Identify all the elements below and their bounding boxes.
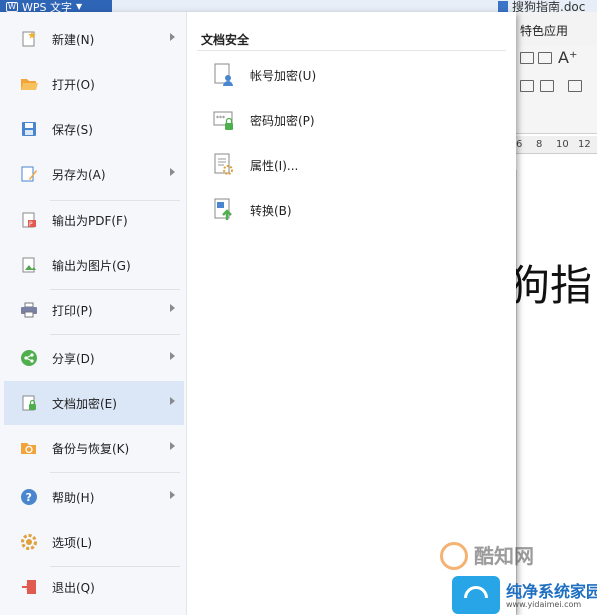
menu-item-label: 选项(L)	[52, 536, 93, 550]
menu-item-export-image[interactable]: 输出为图片(G)	[4, 243, 184, 287]
menu-item-label: 打开(O)	[52, 78, 95, 92]
file-menu-list: 新建(N) 打开(O) 保存(S) 另存为(A) P 输出为PDF(F) 输出为…	[0, 12, 187, 615]
open-folder-icon	[21, 79, 38, 90]
submenu-arrow-icon	[170, 304, 175, 312]
submenu-arrow-icon	[170, 397, 175, 405]
printer-icon	[21, 302, 37, 318]
horizontal-ruler: 6 8 10 12	[516, 136, 597, 154]
menu-item-label: 保存(S)	[52, 123, 93, 137]
convert-icon	[214, 198, 232, 220]
submenu-arrow-icon	[170, 491, 175, 499]
watermark-logo-icon	[440, 542, 468, 570]
save-icon	[22, 122, 36, 136]
ruler-tick: 12	[578, 139, 591, 150]
chevron-down-icon: ▼	[76, 2, 83, 11]
menu-item-help[interactable]: ? 帮助(H)	[4, 475, 184, 519]
ribbon-toolbar: A⁺	[516, 46, 597, 134]
menu-item-label: 退出(Q)	[52, 581, 95, 595]
font-size-increase-icon[interactable]: A⁺	[558, 48, 577, 67]
menu-item-exit[interactable]: 退出(Q)	[4, 565, 184, 609]
ribbon-tabs: 特色应用	[516, 12, 597, 50]
help-icon: ?	[21, 489, 37, 505]
menu-item-label: 帮助(H)	[52, 491, 95, 505]
svg-text:?: ?	[26, 491, 32, 504]
submenu-arrow-icon	[170, 352, 175, 360]
ruler-tick: 8	[536, 139, 543, 150]
svg-text:P: P	[29, 221, 33, 228]
wifi-logo-icon	[452, 576, 500, 614]
submenu-arrow-icon	[170, 168, 175, 176]
watermark-kuzhi: 酷知网	[440, 538, 590, 572]
menu-item-backup-restore[interactable]: 备份与恢复(K)	[4, 426, 184, 470]
menu-item-label: 新建(N)	[52, 33, 95, 47]
menu-item-label: 另存为(A)	[52, 168, 106, 182]
file-menu: 新建(N) 打开(O) 保存(S) 另存为(A) P 输出为PDF(F) 输出为…	[0, 12, 516, 615]
menu-item-label: 输出为PDF(F)	[52, 214, 128, 228]
line-spacing-icon[interactable]	[568, 80, 582, 92]
document-heading-text: 狗指	[508, 261, 593, 310]
menu-item-label: 输出为图片(G)	[52, 259, 131, 273]
submenu-arrow-icon	[170, 33, 175, 41]
menu-divider	[50, 334, 180, 335]
menu-item-label: 文档加密(E)	[52, 397, 117, 411]
watermark-text: 纯净系统家园	[506, 582, 597, 601]
exit-icon	[22, 580, 36, 594]
submenu-item-password-encrypt[interactable]: *** 密码加密(P)	[205, 102, 405, 138]
submenu-item-properties[interactable]: 属性(I)...	[205, 147, 405, 183]
submenu-item-account-encrypt[interactable]: 帐号加密(U)	[205, 57, 405, 93]
image-export-icon	[22, 257, 36, 273]
menu-item-share[interactable]: 分享(D)	[4, 336, 184, 380]
doc-file-icon	[498, 1, 508, 12]
submenu-arrow-icon	[170, 442, 175, 450]
share-icon	[21, 350, 37, 366]
submenu-title: 文档安全	[201, 33, 250, 47]
tab-special-apps[interactable]: 特色应用	[520, 22, 568, 39]
menu-item-label: 打印(P)	[52, 304, 93, 318]
menu-item-save[interactable]: 保存(S)	[4, 107, 184, 151]
svg-text:***: ***	[216, 115, 225, 122]
watermark-text: 酷知网	[474, 544, 534, 568]
menu-divider	[50, 472, 180, 473]
menu-item-print[interactable]: 打印(P)	[4, 288, 184, 332]
menu-item-export-pdf[interactable]: P 输出为PDF(F)	[4, 198, 184, 242]
submenu-item-label: 属性(I)...	[250, 159, 299, 173]
menu-item-label: 分享(D)	[52, 352, 95, 366]
account-encrypt-icon	[214, 63, 233, 86]
save-as-icon	[21, 166, 37, 182]
align-justify-icon[interactable]	[520, 80, 534, 92]
ruler-tick: 6	[516, 139, 523, 150]
wps-logo-icon: W	[6, 1, 18, 12]
menu-item-save-as[interactable]: 另存为(A)	[4, 152, 184, 196]
new-doc-icon	[22, 31, 36, 47]
watermark-site: 纯净系统家园 www.yidaimei.com	[452, 574, 597, 615]
indent-decrease-icon[interactable]	[520, 52, 534, 64]
submenu-divider	[197, 50, 506, 51]
indent-increase-icon[interactable]	[538, 52, 552, 64]
menu-item-doc-encrypt[interactable]: 文档加密(E)	[4, 381, 184, 425]
submenu-item-label: 转换(B)	[250, 204, 292, 218]
submenu-item-label: 密码加密(P)	[250, 114, 315, 128]
properties-icon	[214, 153, 233, 175]
distributed-align-icon[interactable]	[540, 80, 554, 92]
menu-item-new[interactable]: 新建(N)	[4, 17, 184, 61]
gear-icon	[21, 534, 37, 550]
backup-icon	[21, 443, 36, 454]
submenu-item-convert[interactable]: 转换(B)	[205, 192, 405, 228]
menu-item-label: 备份与恢复(K)	[52, 442, 130, 456]
watermark-url: www.yidaimei.com	[506, 600, 582, 609]
submenu-item-label: 帐号加密(U)	[250, 69, 317, 83]
ruler-tick: 10	[556, 139, 569, 150]
menu-item-open[interactable]: 打开(O)	[4, 62, 184, 106]
menu-item-options[interactable]: 选项(L)	[4, 520, 184, 564]
doc-encrypt-icon	[22, 395, 36, 411]
password-encrypt-icon: ***	[213, 111, 233, 130]
pdf-icon: P	[22, 212, 36, 228]
